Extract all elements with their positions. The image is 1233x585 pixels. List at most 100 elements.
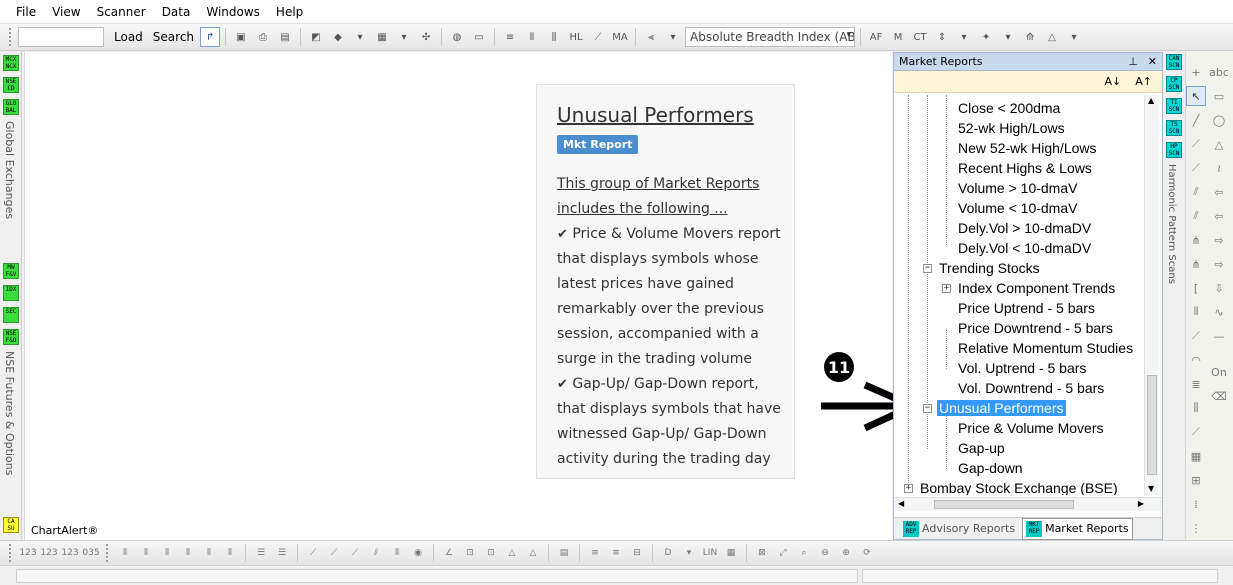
triangle-icon[interactable]: △: [503, 544, 521, 562]
chevron-down-icon[interactable]: ▾: [350, 27, 370, 47]
arrow-left2-icon[interactable]: ⇦: [1209, 206, 1229, 226]
menu-windows[interactable]: Windows: [198, 5, 268, 19]
ellipse-icon[interactable]: ◯: [1209, 110, 1229, 130]
tree-item[interactable]: Close < 200dma: [958, 98, 1060, 118]
speed-lines-icon[interactable]: ⟋: [1186, 422, 1206, 442]
nse-futures-options-label[interactable]: NSE Futures & Options: [3, 351, 16, 475]
tree-horizontal-scrollbar[interactable]: ◀ ▶: [894, 497, 1162, 511]
bars-icon[interactable]: ⫴: [200, 544, 218, 562]
tree-item[interactable]: New 52-wk High/Lows: [958, 138, 1097, 158]
tree-item[interactable]: Price & Volume Movers: [958, 418, 1104, 438]
delete-icon[interactable]: ⌫: [1209, 386, 1229, 406]
arrow-left-icon[interactable]: ⇦: [1209, 182, 1229, 202]
scroll-thumb[interactable]: [1147, 375, 1157, 475]
bars-icon[interactable]: ⫴: [116, 544, 134, 562]
waves-icon[interactable]: ∿: [1209, 302, 1229, 322]
toolbar-grip[interactable]: [9, 28, 13, 46]
angle-icon[interactable]: ∠: [440, 544, 458, 562]
swing-icon[interactable]: ⟋: [588, 27, 608, 47]
menu-file[interactable]: File: [8, 5, 44, 19]
circle-icon[interactable]: ◉: [409, 544, 427, 562]
tree-item[interactable]: Price Uptrend - 5 bars: [958, 298, 1095, 318]
levels-icon[interactable]: ⇕: [932, 27, 952, 47]
dots-grid-icon[interactable]: ⁞: [1186, 494, 1206, 514]
menu-scanner[interactable]: Scanner: [89, 5, 154, 19]
indicator-icon[interactable]: ⫷: [641, 27, 661, 47]
tree-item[interactable]: Relative Momentum Studies: [958, 338, 1133, 358]
menu-data[interactable]: Data: [154, 5, 199, 19]
numbers-icon[interactable]: 123: [19, 544, 37, 562]
dna-icon[interactable]: ✣: [416, 27, 436, 47]
box-grid-icon[interactable]: ⊞: [1186, 470, 1206, 490]
menu-view[interactable]: View: [44, 5, 88, 19]
crosshair-icon[interactable]: +: [1186, 62, 1206, 82]
nse-cd-badge-icon[interactable]: NSE CD: [3, 77, 19, 93]
gann-icon[interactable]: ⫼: [1186, 398, 1206, 418]
tree-item[interactable]: Vol. Uptrend - 5 bars: [958, 358, 1086, 378]
pitchfork2-icon[interactable]: ⋔: [1186, 254, 1206, 274]
harmonic-pattern-scans-label[interactable]: Harmonic Pattern Scans: [1166, 164, 1177, 284]
auto-fibo-icon[interactable]: AF: [866, 27, 886, 47]
levels-icon[interactable]: ☰: [252, 544, 270, 562]
tree-item[interactable]: Volume > 10-dmaV: [958, 178, 1077, 198]
chart-style-icon[interactable]: ◩: [306, 27, 326, 47]
chevron-down-icon[interactable]: ▾: [663, 27, 683, 47]
numbers-icon[interactable]: 035: [82, 544, 100, 562]
chevron-down-icon[interactable]: ▾: [954, 27, 974, 47]
tree-vertical-scrollbar[interactable]: ▲ ▼: [1144, 95, 1158, 495]
star-icon[interactable]: ✦: [976, 27, 996, 47]
zoom-out-icon[interactable]: ⊖: [816, 544, 834, 562]
tree-group-unusual-performers[interactable]: Unusual Performers: [937, 398, 1066, 418]
tree-item[interactable]: Volume < 10-dmaV: [958, 198, 1077, 218]
global-exchanges-label[interactable]: Global Exchanges: [3, 121, 16, 219]
text-tool-button[interactable]: abc: [1209, 62, 1229, 82]
pointer-icon[interactable]: ↖: [1186, 86, 1206, 106]
collapse-icon[interactable]: −: [923, 264, 932, 273]
on-toggle-button[interactable]: On: [1209, 362, 1229, 382]
ti-scan-badge-icon[interactable]: TI SCN: [1166, 98, 1182, 114]
refresh-icon[interactable]: ⟳: [858, 544, 876, 562]
numbers-icon[interactable]: 123: [40, 544, 58, 562]
chevron-down-icon[interactable]: ▾: [680, 544, 698, 562]
close-icon[interactable]: ✕: [1148, 55, 1157, 68]
tree-item[interactable]: 52-wk High/Lows: [958, 118, 1065, 138]
triangle-icon[interactable]: △: [1042, 27, 1062, 47]
arrow-right2-icon[interactable]: ⇨: [1209, 254, 1229, 274]
print-preview-icon[interactable]: ▤: [275, 27, 295, 47]
trend-icon[interactable]: ⟋: [346, 544, 364, 562]
collapse-icon[interactable]: −: [923, 404, 932, 413]
print-icon[interactable]: ⎙: [253, 27, 273, 47]
numbers-icon[interactable]: 123: [61, 544, 79, 562]
toolbar-grip[interactable]: [9, 544, 13, 562]
scroll-thumb[interactable]: [934, 500, 1074, 509]
tree-item[interactable]: Gap-down: [958, 458, 1023, 478]
nse-fo-badge-icon[interactable]: NSE F&O: [3, 329, 19, 345]
expand-icon[interactable]: ⤢: [774, 544, 792, 562]
can-scan-badge-icon[interactable]: CAN SCN: [1166, 54, 1182, 70]
lin-button[interactable]: LIN: [701, 544, 719, 562]
hp-scan-badge-icon[interactable]: HP SCN: [1166, 142, 1182, 158]
tab-advisory-reports[interactable]: ADV REP Advisory Reports: [900, 519, 1018, 539]
tree-item[interactable]: Index Component Trends: [958, 278, 1115, 298]
tree-item[interactable]: Dely.Vol > 10-dmaDV: [958, 218, 1091, 238]
line-sl2-icon[interactable]: ⟋: [1186, 158, 1206, 178]
card-intro-line[interactable]: This group of Market Reports: [557, 172, 774, 197]
arc-icon[interactable]: ◠: [1186, 350, 1206, 370]
scroll-left-icon[interactable]: ◀: [898, 499, 904, 508]
zoom-box-icon[interactable]: ⊡: [482, 544, 500, 562]
levels-icon[interactable]: ☰: [273, 544, 291, 562]
idx-badge-icon[interactable]: IDX: [3, 285, 19, 301]
scan-icon[interactable]: ⊟: [628, 544, 646, 562]
window-icon[interactable]: ▭: [469, 27, 489, 47]
tree-group-trending-stocks[interactable]: Trending Stocks: [939, 258, 1040, 278]
toolbar-grip[interactable]: [106, 544, 110, 562]
mcx-badge-icon[interactable]: MCX NCX: [3, 55, 19, 71]
properties-icon[interactable]: ▤: [555, 544, 573, 562]
ma-icon[interactable]: MA: [610, 27, 630, 47]
chartalert-scan-badge-icon[interactable]: CA SU: [3, 517, 19, 533]
line-sl-icon[interactable]: ⟋: [1186, 134, 1206, 154]
tree-item[interactable]: Dely.Vol < 10-dmaDV: [958, 238, 1091, 258]
channel-sl-icon[interactable]: ⫽: [1186, 206, 1206, 226]
sort-descending-button[interactable]: A↑: [1135, 75, 1152, 88]
diamond-icon[interactable]: ◆: [328, 27, 348, 47]
